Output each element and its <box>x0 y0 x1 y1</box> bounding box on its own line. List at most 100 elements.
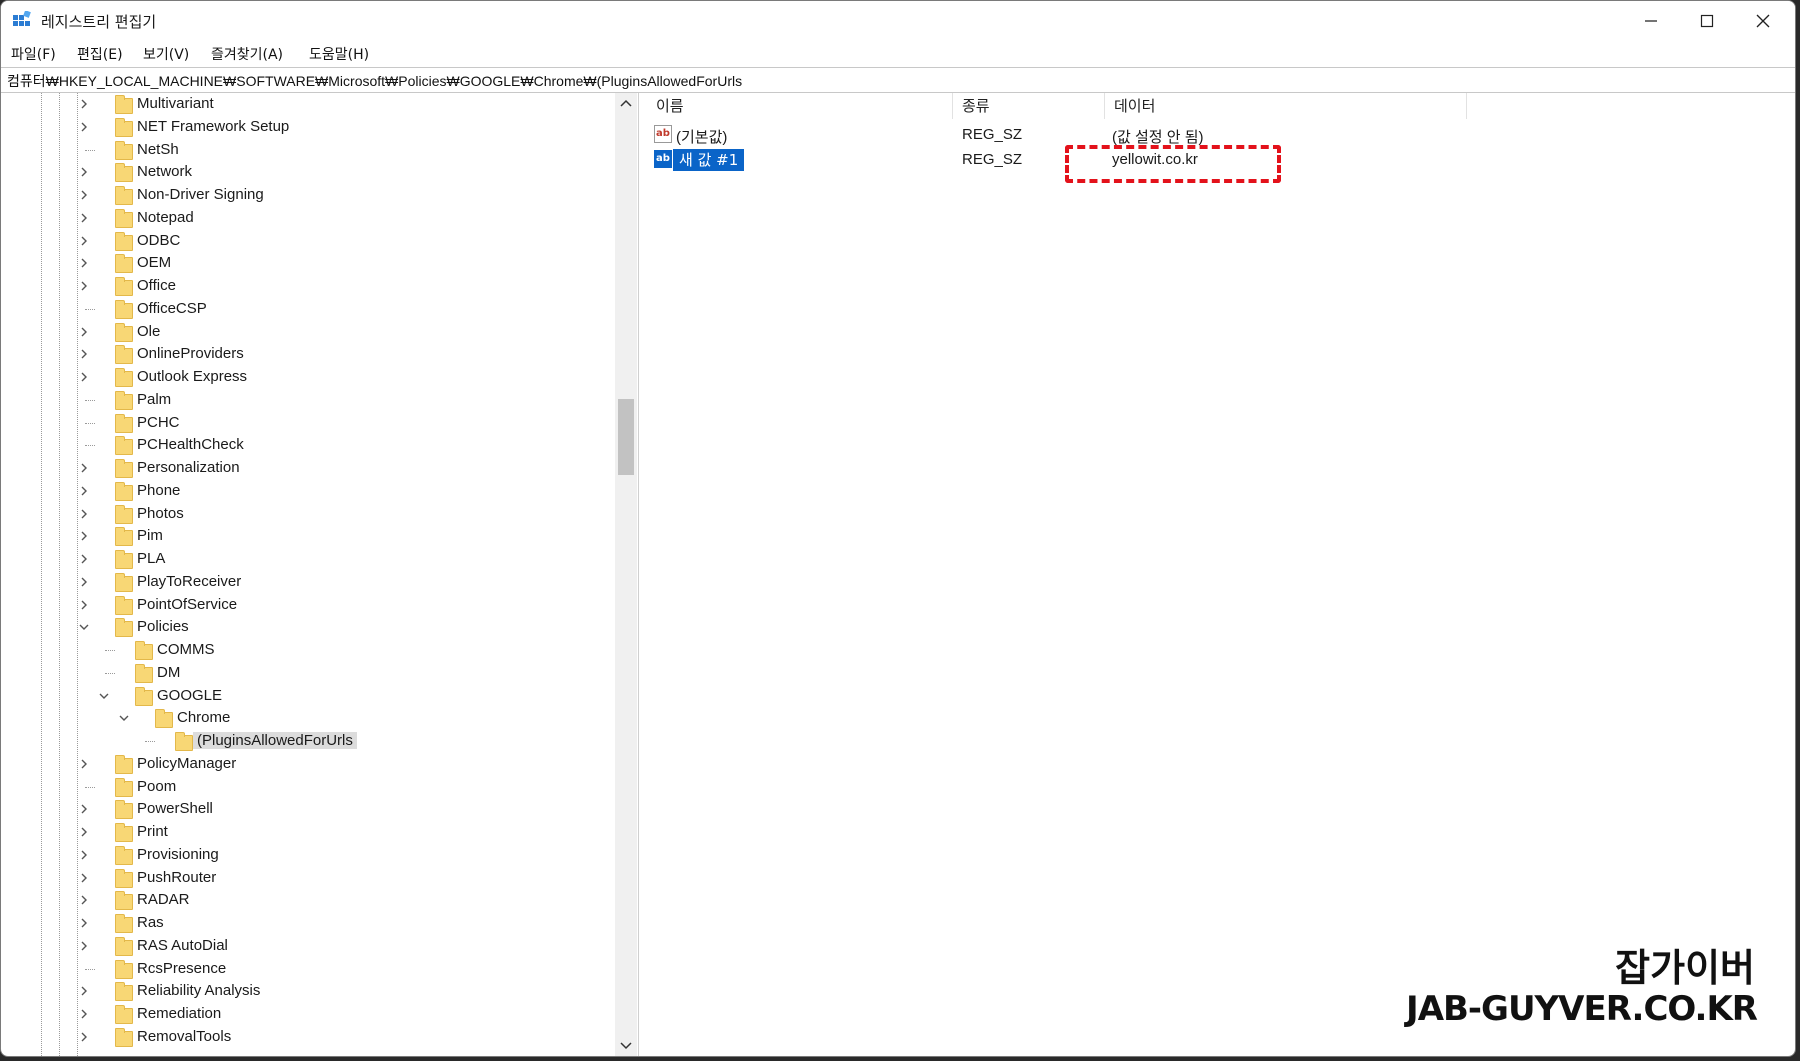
chevron-right-icon[interactable] <box>77 939 91 953</box>
tree-item[interactable]: OEM <box>1 252 611 274</box>
tree-item[interactable]: RADAR <box>1 889 611 911</box>
column-divider[interactable] <box>952 93 953 119</box>
tree-item[interactable]: Pim <box>1 525 611 547</box>
chevron-right-icon[interactable] <box>77 848 91 862</box>
chevron-right-icon[interactable] <box>77 165 91 179</box>
chevron-right-icon[interactable] <box>77 871 91 885</box>
chevron-down-icon[interactable] <box>117 711 131 725</box>
tree-item[interactable]: Non-Driver Signing <box>1 184 611 206</box>
chevron-right-icon[interactable] <box>77 916 91 930</box>
key-tree-pane[interactable]: Multivariant NET Framework Setup NetSh Netw… <box>1 93 639 1056</box>
scroll-down-icon[interactable] <box>615 1038 637 1054</box>
tree-item[interactable]: RcsPresence <box>1 958 611 980</box>
folder-icon <box>115 345 133 365</box>
column-header-name[interactable]: 이름 <box>656 93 684 119</box>
tree-item[interactable]: PCHC <box>1 412 611 434</box>
tree-vertical-scrollbar[interactable] <box>615 93 637 1056</box>
chevron-right-icon[interactable] <box>77 1030 91 1044</box>
menu-favorites[interactable]: 즐겨찾기(A) <box>211 44 283 64</box>
chevron-right-icon[interactable] <box>77 484 91 498</box>
tree-item[interactable]: OfficeCSP <box>1 298 611 320</box>
chevron-right-icon[interactable] <box>77 188 91 202</box>
tree-item[interactable]: Photos <box>1 503 611 525</box>
column-divider[interactable] <box>1466 93 1467 119</box>
chevron-right-icon[interactable] <box>77 211 91 225</box>
chevron-right-icon[interactable] <box>77 825 91 839</box>
menu-help[interactable]: 도움말(H) <box>309 44 369 64</box>
chevron-right-icon[interactable] <box>77 256 91 270</box>
tree-item[interactable]: Personalization <box>1 457 611 479</box>
chevron-right-icon[interactable] <box>77 598 91 612</box>
tree-item[interactable]: Office <box>1 275 611 297</box>
folder-icon <box>175 732 193 751</box>
menu-edit[interactable]: 편집(E) <box>77 44 123 64</box>
tree-item[interactable]: Outlook Express <box>1 366 611 388</box>
tree-item[interactable]: Ole <box>1 321 611 343</box>
menu-file[interactable]: 파일(F) <box>11 44 56 64</box>
tree-item[interactable]: Print <box>1 821 611 843</box>
minimize-button[interactable] <box>1623 1 1679 41</box>
tree-item[interactable]: PLA <box>1 548 611 570</box>
tree-item[interactable]: Notepad <box>1 207 611 229</box>
chevron-right-icon[interactable] <box>77 347 91 361</box>
tree-item[interactable]: COMMS <box>1 639 611 661</box>
chevron-right-icon[interactable] <box>77 552 91 566</box>
tree-item[interactable]: NetSh <box>1 139 611 161</box>
tree-item[interactable]: GOOGLE <box>1 685 611 707</box>
tree-item[interactable]: PlayToReceiver <box>1 571 611 593</box>
tree-item[interactable]: Remediation <box>1 1003 611 1025</box>
chevron-down-icon[interactable] <box>97 689 111 703</box>
chevron-right-icon[interactable] <box>77 984 91 998</box>
chevron-right-icon[interactable] <box>77 757 91 771</box>
chevron-down-icon[interactable] <box>77 620 91 634</box>
tree-item[interactable]: Palm <box>1 389 611 411</box>
tree-item[interactable]: ODBC <box>1 230 611 252</box>
tree-item-selected[interactable]: (PluginsAllowedForUrls <box>1 730 611 752</box>
tree-item[interactable]: OnlineProviders <box>1 343 611 365</box>
column-header-data[interactable]: 데이터 <box>1114 93 1155 119</box>
tree-item[interactable]: Policies <box>1 616 611 638</box>
chevron-right-icon[interactable] <box>77 279 91 293</box>
tree-item[interactable]: Reliability Analysis <box>1 980 611 1002</box>
tree-item[interactable]: DM <box>1 662 611 684</box>
address-bar[interactable]: 컴퓨터₩HKEY_LOCAL_MACHINE₩SOFTWARE₩Microsof… <box>1 67 1795 93</box>
scrollbar-thumb[interactable] <box>618 399 634 475</box>
column-divider[interactable] <box>1104 93 1105 119</box>
tree-item[interactable]: Ras <box>1 912 611 934</box>
address-path[interactable]: 컴퓨터₩HKEY_LOCAL_MACHINE₩SOFTWARE₩Microsof… <box>7 71 742 91</box>
chevron-right-icon[interactable] <box>77 370 91 384</box>
tree-item[interactable]: PCHealthCheck <box>1 434 611 456</box>
chevron-right-icon[interactable] <box>77 529 91 543</box>
scroll-up-icon[interactable] <box>615 95 637 111</box>
chevron-right-icon[interactable] <box>77 1007 91 1021</box>
tree-item[interactable]: NET Framework Setup <box>1 116 611 138</box>
maximize-button[interactable] <box>1679 1 1735 41</box>
tree-item[interactable]: Phone <box>1 480 611 502</box>
tree-item[interactable]: Chrome <box>1 707 611 729</box>
chevron-right-icon[interactable] <box>77 802 91 816</box>
value-row[interactable]: ab (기본값) REG_SZ (값 설정 안 됨) <box>646 123 1795 147</box>
tree-item[interactable]: PolicyManager <box>1 753 611 775</box>
chevron-right-icon[interactable] <box>77 97 91 111</box>
close-button[interactable] <box>1735 1 1791 41</box>
menu-view[interactable]: 보기(V) <box>143 44 189 64</box>
chevron-right-icon[interactable] <box>77 507 91 521</box>
chevron-right-icon[interactable] <box>77 234 91 248</box>
chevron-right-icon[interactable] <box>77 893 91 907</box>
tree-item[interactable]: Poom <box>1 776 611 798</box>
tree-item[interactable]: Multivariant <box>1 93 611 115</box>
chevron-right-icon[interactable] <box>77 120 91 134</box>
tree-item[interactable]: Network <box>1 161 611 183</box>
tree-item[interactable]: PowerShell <box>1 798 611 820</box>
chevron-right-icon[interactable] <box>77 575 91 589</box>
column-header-type[interactable]: 종류 <box>962 93 990 119</box>
chevron-right-icon[interactable] <box>77 325 91 339</box>
values-list-pane[interactable]: 이름 종류 데이터 ab (기본값) REG_SZ (값 설정 안 됨) ab … <box>646 93 1795 1056</box>
tree-item[interactable]: RAS AutoDial <box>1 935 611 957</box>
tree-item[interactable]: Provisioning <box>1 844 611 866</box>
chevron-right-icon[interactable] <box>77 461 91 475</box>
tree-item[interactable]: PointOfService <box>1 594 611 616</box>
tree-item[interactable]: PushRouter <box>1 867 611 889</box>
tree-item[interactable]: RemovalTools <box>1 1026 611 1048</box>
value-name-edit-field[interactable]: 새 값 #1 <box>673 149 745 171</box>
